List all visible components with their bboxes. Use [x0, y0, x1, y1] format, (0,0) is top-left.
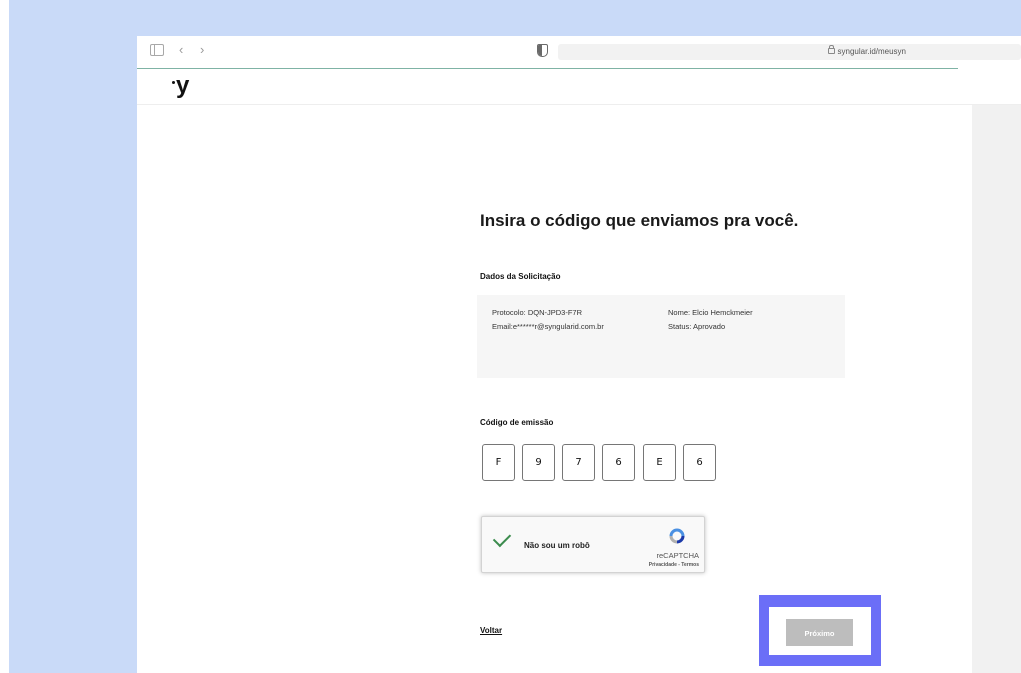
- backdrop-top: [0, 0, 1021, 36]
- browser-toolbar: ‹ › syngular.id/meusyn: [137, 36, 1021, 68]
- shield-icon[interactable]: [537, 44, 548, 57]
- code-digit-1[interactable]: F: [482, 444, 515, 481]
- protocol-text: Protocolo: DQN-JPD3-F7R: [492, 308, 583, 317]
- recaptcha-widget: Não sou um robô reCAPTCHA Privacidade - …: [481, 516, 705, 573]
- recaptcha-icon: [669, 528, 685, 544]
- code-digit-2[interactable]: 9: [522, 444, 555, 481]
- sidebar-toggle-icon[interactable]: [150, 44, 164, 56]
- syngular-logo[interactable]: y: [172, 72, 189, 100]
- checkmark-icon[interactable]: [492, 528, 512, 548]
- page-title: Insira o código que enviamos pra você.: [480, 211, 799, 230]
- status-text: Status: Aprovado: [668, 322, 726, 331]
- code-digit-5[interactable]: E: [643, 444, 676, 481]
- code-digit-4[interactable]: 6: [602, 444, 635, 481]
- recaptcha-links[interactable]: Privacidade - Termos: [649, 562, 699, 568]
- recaptcha-brand: reCAPTCHA: [656, 551, 699, 560]
- next-button[interactable]: Próximo: [786, 619, 853, 646]
- address-bar[interactable]: syngular.id/meusyn: [558, 44, 1021, 60]
- forward-icon[interactable]: ›: [200, 42, 204, 58]
- email-text: Email:e******r@syngularid.com.br: [492, 322, 604, 331]
- name-text: Nome: Elcio Hemckmeier: [668, 308, 753, 317]
- lock-icon: [827, 45, 835, 54]
- url-label: syngular.id/meusyn: [837, 47, 906, 56]
- back-link[interactable]: Voltar: [480, 626, 502, 635]
- request-section-title: Dados da Solicitação: [480, 272, 561, 281]
- request-info-box: Protocolo: DQN-JPD3-F7R Email:e******r@s…: [477, 295, 845, 378]
- url-text: syngular.id/meusyn: [827, 45, 906, 59]
- code-section-title: Código de emissão: [480, 418, 554, 427]
- right-panel: [972, 105, 1021, 673]
- back-icon[interactable]: ‹: [179, 42, 183, 58]
- backdrop-left: [0, 0, 137, 673]
- highlight-frame: Próximo: [759, 595, 881, 666]
- code-digit-6[interactable]: 6: [683, 444, 716, 481]
- captcha-label: Não sou um robô: [524, 541, 590, 550]
- code-digit-3[interactable]: 7: [562, 444, 595, 481]
- backdrop-left-strip: [0, 0, 9, 673]
- site-header: y: [137, 69, 1021, 105]
